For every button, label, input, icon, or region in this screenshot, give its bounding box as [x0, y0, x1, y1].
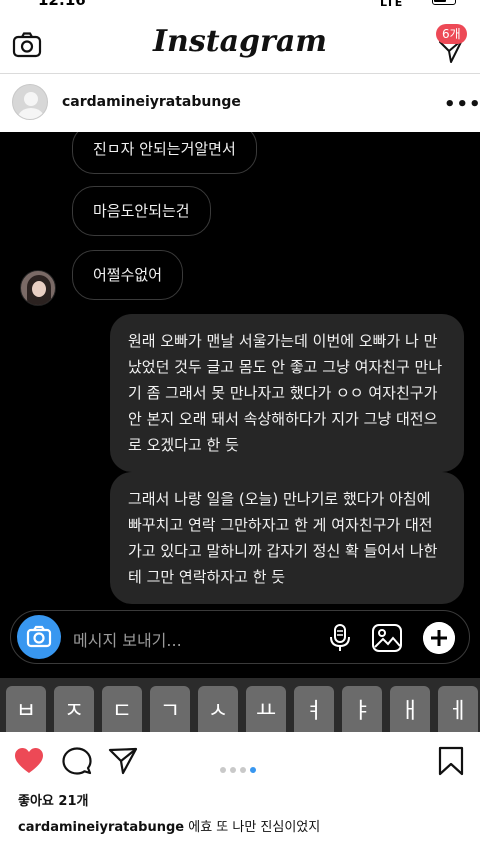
message-input[interactable]: 메시지 보내기... [73, 627, 182, 651]
incoming-message: 마음도안되는건 [72, 186, 211, 236]
add-icon[interactable] [423, 622, 455, 654]
keyboard-key[interactable]: ㅕ [294, 686, 334, 732]
more-options-icon[interactable]: ••• [444, 94, 480, 115]
status-time: 12:16 [38, 0, 86, 9]
keyboard-key[interactable]: ㅈ [54, 686, 94, 732]
carousel-dot-active [250, 767, 256, 773]
keyboard-key[interactable]: ㅐ [390, 686, 430, 732]
outgoing-message: 그래서 나랑 일을 (오늘) 만나기로 했다가 아침에 빠꾸치고 연락 그만하자… [110, 472, 464, 604]
comment-icon[interactable] [62, 746, 92, 776]
post-username[interactable]: cardamineiyratabunge [62, 94, 241, 110]
carousel-indicator [220, 758, 260, 777]
incoming-message: 어쩔수없어 [72, 250, 184, 300]
keyboard-key[interactable]: ㄱ [150, 686, 190, 732]
sender-avatar [20, 270, 56, 306]
incoming-message: 진ㅁ자 안되는거알면서 [72, 132, 257, 174]
keyboard-key[interactable]: ㅔ [438, 686, 478, 732]
caption: cardamineiyratabunge 에효 또 나만 진심이었지 [18, 816, 320, 835]
post-header: cardamineiyratabunge ••• [0, 74, 480, 132]
gallery-icon[interactable] [371, 623, 403, 653]
camera-icon [26, 625, 52, 648]
bookmark-icon[interactable] [436, 746, 466, 776]
app-header: Instagram 6개 [0, 12, 480, 74]
post-image: 진ㅁ자 안되는거알면서 마음도안되는건 어쩔수없어 원래 오빠가 맨날 서울가는… [0, 132, 480, 732]
keyboard-key[interactable]: ㅅ [198, 686, 238, 732]
microphone-icon[interactable] [327, 623, 353, 653]
carousel-dot [240, 767, 246, 773]
camera-button[interactable] [17, 615, 61, 659]
share-icon[interactable] [108, 746, 138, 776]
network-label: LTE [380, 0, 404, 9]
app-logo: Instagram [153, 24, 327, 59]
keyboard-key[interactable]: ㄷ [102, 686, 142, 732]
caption-username[interactable]: cardamineiyratabunge [18, 820, 184, 835]
keyboard-key[interactable]: ㅑ [342, 686, 382, 732]
keyboard: ㅂ ㅈ ㄷ ㄱ ㅅ ㅛ ㅕ ㅑ ㅐ ㅔ [0, 678, 480, 732]
carousel-dot [230, 767, 236, 773]
carousel-dot [220, 767, 226, 773]
caption-text: 에효 또 나만 진심이었지 [188, 820, 321, 835]
avatar[interactable] [12, 84, 48, 120]
keyboard-key[interactable]: ㅛ [246, 686, 286, 732]
keyboard-key[interactable]: ㅂ [6, 686, 46, 732]
outgoing-message: 원래 오빠가 맨날 서울가는데 이번에 오빠가 나 만났었던 것두 글고 몸도 … [110, 314, 464, 472]
heart-icon[interactable] [14, 746, 44, 776]
status-bar: 12:16 LTE [0, 0, 480, 12]
post-actions [0, 732, 480, 790]
battery-icon [432, 0, 456, 5]
like-count[interactable]: 좋아요 21개 [18, 790, 88, 809]
message-composer: 메시지 보내기... [10, 610, 470, 664]
unread-badge: 6개 [436, 24, 467, 44]
